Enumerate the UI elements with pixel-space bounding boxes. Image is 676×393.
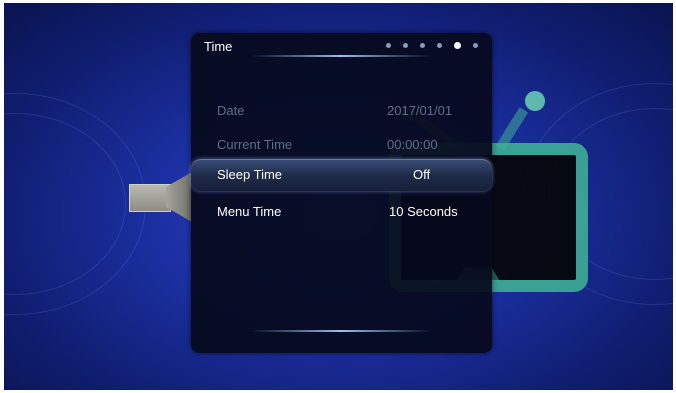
setting-label: Date: [217, 103, 245, 118]
setting-row-current-time: Current Time 00:00:00: [191, 129, 492, 159]
setting-value[interactable]: 10 Seconds: [389, 204, 458, 219]
page-dot: [437, 43, 442, 48]
time-settings-panel: Time Date 2017/01/01 Current Time 00:00:…: [191, 33, 492, 353]
setting-label: Menu Time: [217, 204, 282, 219]
page-dot: [420, 43, 425, 48]
page-dot: [403, 43, 408, 48]
panel-title: Time: [204, 39, 233, 54]
setting-value: 00:00:00: [387, 137, 438, 152]
setting-row-date: Date 2017/01/01: [191, 95, 492, 125]
page-dot: [473, 43, 478, 48]
setting-row-menu-time[interactable]: Menu Time 10 Seconds: [191, 196, 492, 226]
setting-label: Sleep Time: [217, 167, 283, 182]
setting-value: 2017/01/01: [387, 103, 453, 118]
title-divider: [251, 55, 431, 57]
setting-row-sleep-time[interactable]: Sleep Time Off: [191, 159, 492, 191]
bottom-divider: [251, 330, 431, 332]
setting-label: Current Time: [217, 137, 293, 152]
page-dot-active: [454, 42, 461, 49]
setting-value[interactable]: Off: [413, 167, 430, 182]
page-indicator: [386, 42, 478, 49]
side-menu-tab: [129, 184, 171, 212]
page-dot: [386, 43, 391, 48]
